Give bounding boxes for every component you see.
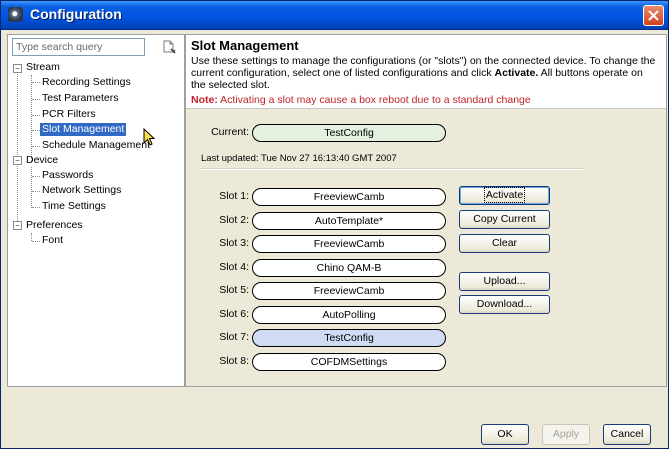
slot-2-label: Slot 2: [219,214,249,226]
slot-6-label: Slot 6: [219,308,249,320]
device-expander[interactable]: − [13,156,22,165]
download-button[interactable]: Download... [459,295,550,314]
tree-item-network-settings[interactable]: Network Settings [42,184,121,197]
slot-7-label: Slot 7: [219,331,249,343]
tree-item-device[interactable]: Device [26,154,58,167]
panel-heading: Slot Management [191,38,299,53]
slot-5-field[interactable]: FreeviewCamb [252,282,446,300]
preferences-expander[interactable]: − [13,221,22,230]
current-label: Current: [211,126,249,138]
window-title: Configuration [30,6,122,22]
clear-button[interactable]: Clear [459,234,550,253]
cancel-button[interactable]: Cancel [603,424,651,445]
tree-item-slot-management[interactable]: Slot Management [40,123,127,136]
panel-header: Slot Management Use these settings to ma… [186,35,666,109]
slot-6-field[interactable]: AutoPolling [252,306,446,324]
slot-2-field[interactable]: AutoTemplate* [252,212,446,230]
mouse-cursor-icon [143,128,156,146]
title-bar[interactable]: Configuration [1,1,668,30]
tree-item-preferences[interactable]: Preferences [26,219,83,232]
slot-3-label: Slot 3: [219,237,249,249]
close-button[interactable] [643,5,664,26]
tree-item-font[interactable]: Font [42,234,63,247]
activate-button[interactable]: Activate [459,186,550,205]
navigation-tree: − Stream Recording Settings Test Paramet… [7,34,185,387]
last-updated: Last updated: Tue Nov 27 16:13:40 GMT 20… [201,153,397,164]
search-icon[interactable] [161,39,177,55]
upload-button[interactable]: Upload... [459,272,550,291]
copy-current-button[interactable]: Copy Current [459,210,550,229]
current-config-field: TestConfig [252,124,446,142]
slot-5-label: Slot 5: [219,284,249,296]
stream-expander[interactable]: − [13,64,22,73]
tree-item-time-settings[interactable]: Time Settings [42,200,106,213]
tree-item-pcr-filters[interactable]: PCR Filters [42,108,96,121]
separator [199,168,583,170]
slot-1-field[interactable]: FreeviewCamb [252,188,446,206]
search-input[interactable] [12,38,145,56]
slot-8-field[interactable]: COFDMSettings [252,353,446,371]
slot-8-label: Slot 8: [219,355,249,367]
app-icon [8,7,23,22]
slot-1-label: Slot 1: [219,190,249,202]
ok-button[interactable]: OK [481,424,529,445]
slot-4-label: Slot 4: [219,261,249,273]
slot-3-field[interactable]: FreeviewCamb [252,235,446,253]
reboot-note: Note: Activating a slot may cause a box … [191,94,531,106]
slot-7-field[interactable]: TestConfig [252,329,446,347]
tree-item-test-parameters[interactable]: Test Parameters [42,92,118,105]
tree-item-passwords[interactable]: Passwords [42,169,93,182]
slot-management-panel: Slot Management Use these settings to ma… [185,34,667,387]
slot-4-field[interactable]: Chino QAM-B [252,259,446,277]
apply-button[interactable]: Apply [542,424,590,445]
tree-item-schedule-management[interactable]: Schedule Management [42,139,150,152]
close-icon [648,10,659,21]
configuration-window: Configuration − Stream Recordi [0,0,669,449]
tree-item-stream[interactable]: Stream [26,61,60,74]
tree-item-recording-settings[interactable]: Recording Settings [42,76,131,89]
panel-description: Use these settings to manage the configu… [191,55,656,91]
